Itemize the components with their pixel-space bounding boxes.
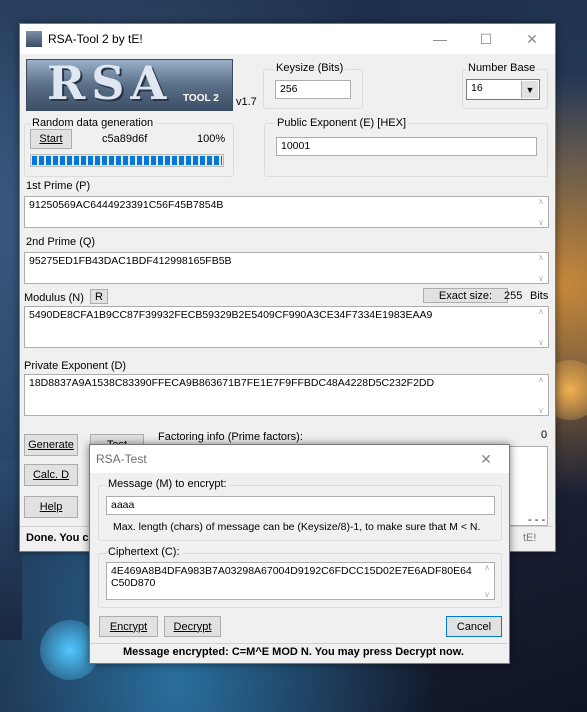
number-base-select[interactable]: 16 ▼ <box>466 79 540 100</box>
status-text: Done. You ca <box>26 532 95 544</box>
random-progress-fill <box>32 156 222 165</box>
keysize-input[interactable]: 256 <box>275 80 351 99</box>
encrypt-label: Encrypt <box>109 620 148 633</box>
encrypt-button[interactable]: Encrypt <box>99 616 158 637</box>
generate-button[interactable]: Generate <box>24 434 78 456</box>
version-label: v1.7 <box>236 96 257 108</box>
modulus-label: Modulus (N) <box>24 292 84 304</box>
generate-label: Generate <box>28 439 74 451</box>
random-seed: c5a89d6f <box>102 133 148 145</box>
modulus-r-button[interactable]: R <box>90 289 108 304</box>
modulus-r-label: R <box>95 290 103 303</box>
cipher-line-1: 4E469A8B4DFA983B7A03298A67004D9192C6FDCC… <box>111 565 472 577</box>
exact-size-label: Exact size: <box>438 289 493 302</box>
decrypt-label: Decrypt <box>173 620 212 633</box>
rsa-test-dialog: RSA-Test ✕ Message (M) to encrypt: aaaa … <box>89 444 510 664</box>
bits-label: Bits <box>530 290 549 302</box>
minimize-icon[interactable]: — <box>417 24 463 54</box>
modulus-scrollbar[interactable]: ∧ ∨ <box>534 307 548 347</box>
dialog-status-bar: Message encrypted: C=M^E MOD N. You may … <box>90 643 507 662</box>
help-label: Help <box>39 501 63 513</box>
keysize-label: Keysize (Bits) <box>274 62 346 74</box>
start-label: Start <box>39 133 63 145</box>
prime-q-value: 95275ED1FB43DAC1BDF412998165FB5B <box>29 255 232 267</box>
title-bar: RSA-Tool 2 by tE! — ☐ ✕ <box>20 24 555 54</box>
cipher-line-2: C50D870 <box>111 577 156 589</box>
decrypt-button[interactable]: Decrypt <box>164 616 221 637</box>
dialog-title: RSA-Test <box>96 452 147 466</box>
private-exponent-value: 18D8837A9A1538C83390FFECA9B863671B7FE1E7… <box>29 377 435 389</box>
start-button[interactable]: Start <box>30 129 72 149</box>
calc-d-button[interactable]: Calc. D <box>24 464 78 486</box>
number-base-label: Number Base <box>466 62 538 74</box>
dialog-title-bar: RSA-Test ✕ <box>90 445 509 473</box>
public-exponent-label: Public Exponent (E) [HEX] <box>275 117 409 129</box>
random-data-label: Random data generation <box>30 117 156 129</box>
cipher-scrollbar[interactable]: ∧ ∨ <box>480 563 494 599</box>
help-button[interactable]: Help <box>24 496 78 518</box>
prime-q-scrollbar[interactable]: ∧ ∨ <box>534 253 548 283</box>
random-percent: 100% <box>197 133 226 145</box>
cipher-output[interactable]: 4E469A8B4DFA983B7A03298A67004D9192C6FDCC… <box>106 562 495 600</box>
cancel-label: Cancel <box>456 620 492 633</box>
logo-text: RSA <box>47 56 173 110</box>
factoring-count: 0 <box>541 429 548 441</box>
factoring-label: Factoring info (Prime factors): <box>158 431 303 443</box>
cipher-label: Ciphertext (C): <box>106 546 182 558</box>
exact-size-label-box: Exact size: <box>423 288 508 303</box>
factoring-dashes: - - - <box>528 514 546 526</box>
prime-p-label: 1st Prime (P) <box>26 180 91 192</box>
maximize-icon[interactable]: ☐ <box>463 24 509 54</box>
prime-p-value: 91250569AC6444923391C56F45B7854B <box>29 199 224 211</box>
message-hint: Max. length (chars) of message can be (K… <box>113 521 481 533</box>
window-title: RSA-Tool 2 by tE! <box>48 32 143 46</box>
prime-p-scrollbar[interactable]: ∧ ∨ <box>534 197 548 227</box>
private-exponent-scrollbar[interactable]: ∧ ∨ <box>534 375 548 415</box>
prime-p-input[interactable]: 91250569AC6444923391C56F45B7854B ∧ ∨ <box>24 196 549 228</box>
private-exponent-input[interactable]: 18D8837A9A1538C83390FFECA9B863671B7FE1E7… <box>24 374 549 416</box>
private-exponent-label: Private Exponent (D) <box>24 360 127 372</box>
calc-d-label: Calc. D <box>32 469 70 481</box>
public-exponent-input[interactable]: 10001 <box>276 137 537 156</box>
status-tail: tE! <box>523 532 537 544</box>
dropdown-arrow-icon[interactable]: ▼ <box>521 81 538 98</box>
message-input[interactable]: aaaa <box>106 496 495 515</box>
prime-q-input[interactable]: 95275ED1FB43DAC1BDF412998165FB5B ∧ ∨ <box>24 252 549 284</box>
message-label: Message (M) to encrypt: <box>106 478 229 490</box>
exact-size-value: 255 <box>504 290 523 302</box>
prime-q-label: 2nd Prime (Q) <box>26 236 96 248</box>
cancel-button[interactable]: Cancel <box>446 616 502 637</box>
rsa-logo: RSA TOOL 2 <box>26 56 233 111</box>
dialog-close-icon[interactable]: ✕ <box>463 445 509 473</box>
random-progress-bar <box>30 154 224 167</box>
close-icon[interactable]: ✕ <box>509 24 555 54</box>
modulus-value: 5490DE8CFA1B9CC87F39932FECB59329B2E5409C… <box>29 309 433 321</box>
number-base-value: 16 <box>471 82 483 94</box>
logo-subtitle: TOOL 2 <box>183 93 219 104</box>
modulus-input[interactable]: 5490DE8CFA1B9CC87F39932FECB59329B2E5409C… <box>24 306 549 348</box>
dialog-status-text: Message encrypted: C=M^E MOD N. You may … <box>123 646 464 658</box>
app-icon <box>26 31 42 47</box>
